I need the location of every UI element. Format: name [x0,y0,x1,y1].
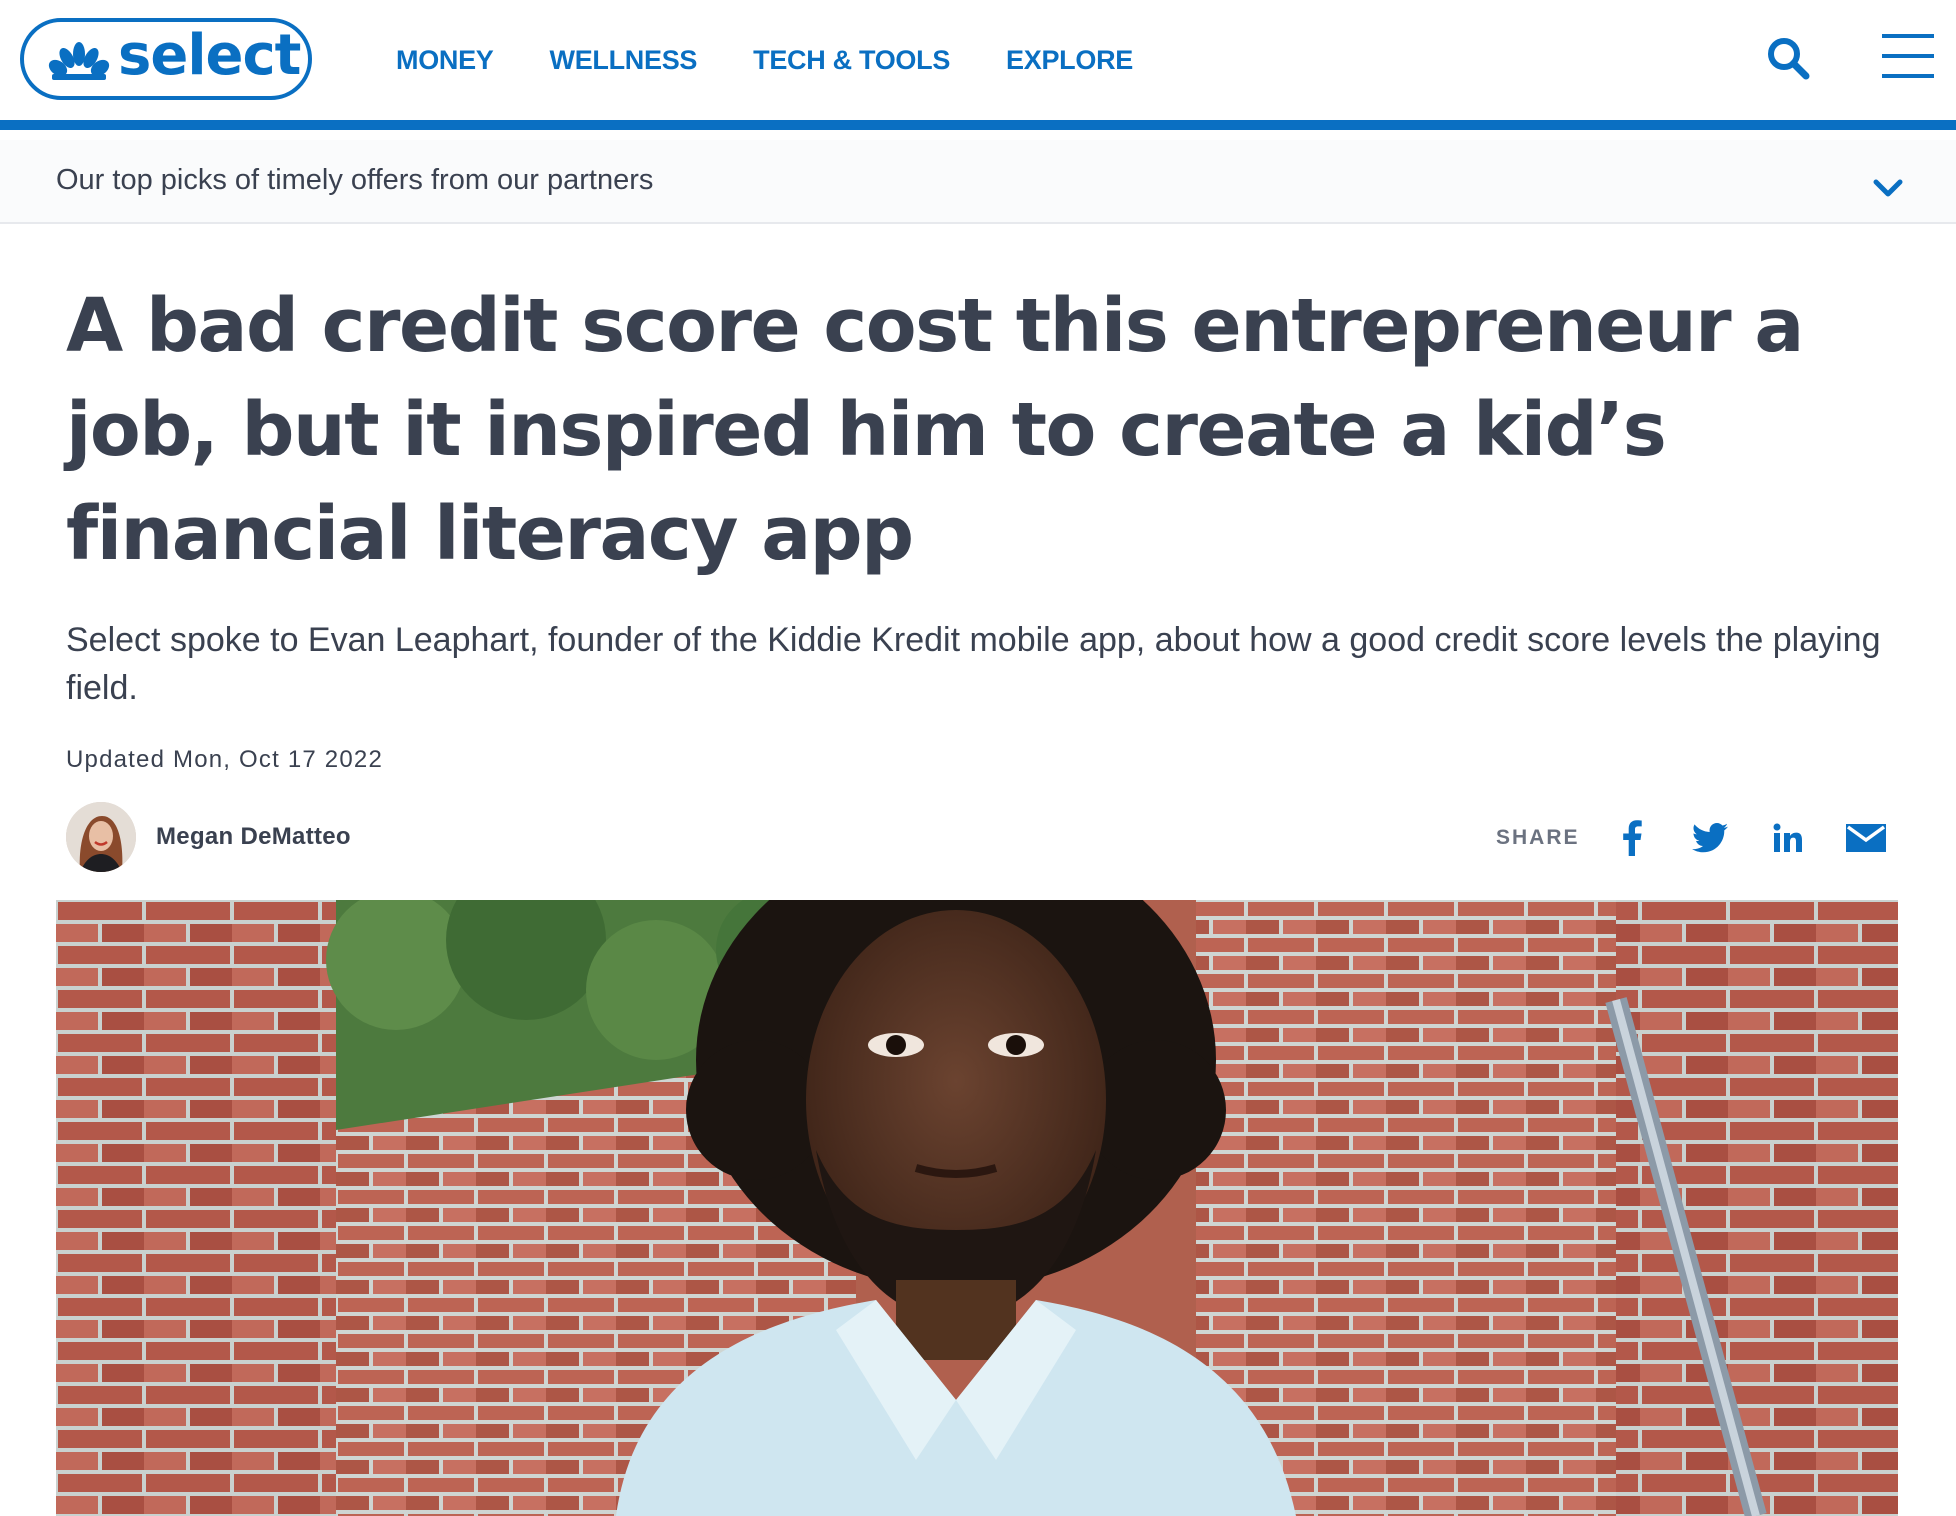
email-icon[interactable] [1844,816,1888,860]
updated-timestamp: Updated Mon, Oct 17 2022 [66,746,383,773]
share-bar: SHARE [1496,808,1888,868]
facebook-icon[interactable] [1610,816,1654,860]
offers-bar[interactable]: Our top picks of timely offers from our … [0,140,1956,224]
article-headline: A bad credit score cost this entrepreneu… [66,283,1804,577]
nav-tech-tools[interactable]: TECH & TOOLS [753,38,950,82]
hamburger-menu-icon[interactable] [1880,32,1936,80]
chevron-down-icon[interactable] [1870,170,1906,206]
main-nav: MONEY WELLNESS TECH & TOOLS EXPLORE [396,38,1133,82]
author-photo [66,802,136,872]
author-avatar[interactable] [66,802,136,872]
author-name[interactable]: Megan DeMatteo [156,823,351,851]
share-label: SHARE [1496,826,1580,849]
peacock-icon [48,42,110,80]
hero-image [56,900,1898,1516]
site-header: select MONEY WELLNESS TECH & TOOLS EXPLO… [0,0,1956,130]
nav-explore[interactable]: EXPLORE [1006,38,1133,82]
hero-photo [56,900,1898,1516]
article-dek: Select spoke to Evan Leaphart, founder o… [66,621,1881,707]
offers-text: Our top picks of timely offers from our … [56,164,654,196]
logo-text: select [118,23,301,88]
select-logo[interactable]: select [20,18,312,100]
author-byline: Megan DeMatteo [66,802,351,872]
nav-money[interactable]: MONEY [396,38,494,82]
search-icon[interactable] [1764,34,1812,82]
linkedin-icon[interactable] [1766,816,1810,860]
nav-wellness[interactable]: WELLNESS [550,38,698,82]
twitter-icon[interactable] [1688,816,1732,860]
